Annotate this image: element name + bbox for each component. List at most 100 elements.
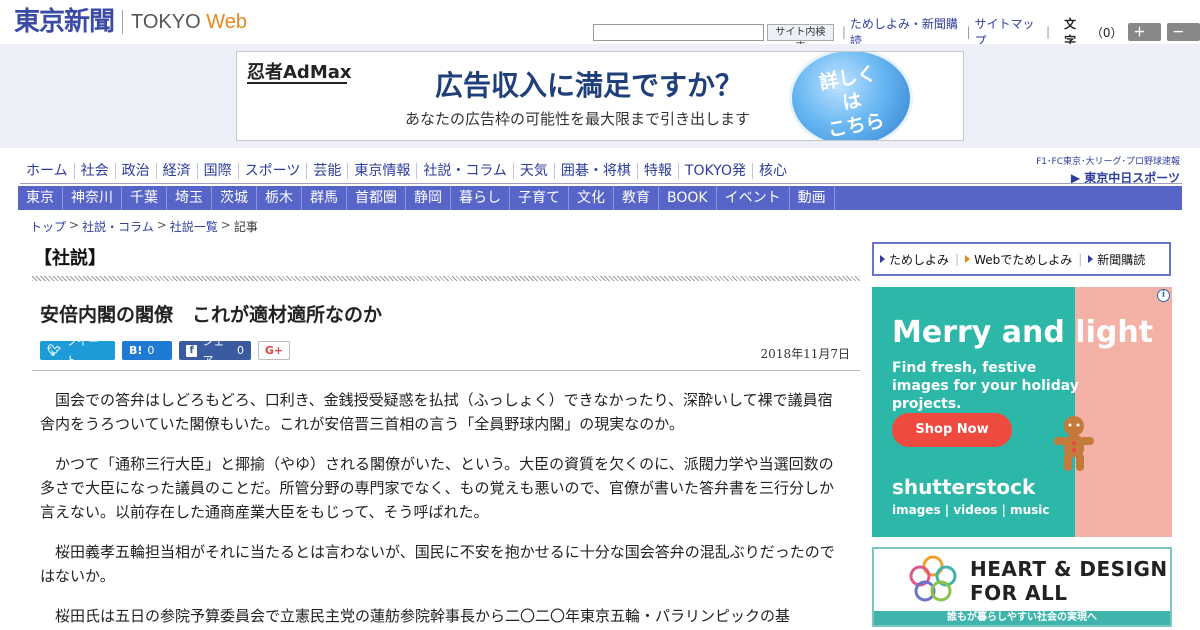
subscription-promo: ためしよみ | Webでためしよみ | 新聞購読 [872,242,1171,276]
logo-english-tokyo: TOKYO [131,10,207,33]
flower-logo-icon [909,555,957,602]
top-banner-ad[interactable]: 忍者AdMax 広告収入に満足ですか？ あなたの広告枠の可能性を最大限まで引き出… [236,51,964,141]
subnav-item[interactable]: 千葉 [122,186,167,210]
top-ad-band: 忍者AdMax 広告収入に満足ですか？ あなたの広告枠の可能性を最大限まで引き出… [0,44,1200,148]
nav-item[interactable]: 政治 [116,163,157,179]
subnav-item[interactable]: 栃木 [257,186,302,210]
logo-english-web: Web [206,10,247,33]
header-link-separator: | [841,25,846,39]
subnav-item[interactable]: 茨城 [212,186,257,210]
subnav-item[interactable]: 埼玉 [167,186,212,210]
breadcrumb-top[interactable]: トップ [30,218,66,235]
shop-now-button[interactable]: Shop Now [892,413,1012,447]
side-banner-ad[interactable]: i Merry and light Find fresh, festive im… [872,287,1172,537]
ad-cta-text: 詳しくは こちら [809,60,894,140]
nav-item[interactable]: 経済 [157,163,198,179]
subnav-item[interactable]: 神奈川 [63,186,122,210]
font-smaller-button[interactable]: －小 [1167,23,1200,57]
subnav-item[interactable]: 教育 [614,186,659,210]
section-title: 【社説】 [34,248,106,269]
subnav-item[interactable]: 暮らし [451,186,510,210]
gingerbread-icon [1054,416,1094,471]
ad-title: Merry and light [892,315,1154,350]
subnav-item[interactable]: 文化 [569,186,614,210]
breadcrumb: トップ > 社説・コラム > 社説一覧 > 記事 [30,218,258,235]
banner-tagline: 誰もが暮らしやすい社会の実現へ [874,611,1170,625]
site-header: 東京新聞 TOKYO Web サイト内検索 | ためしよみ・新聞購読 | サイト… [0,0,1200,57]
hatena-icon: B! [129,344,143,357]
triangle-arrow-icon [965,255,971,263]
site-logo[interactable]: 東京新聞 TOKYO Web [14,8,247,36]
banner-title-line-1: HEART & DESIGN [970,557,1168,581]
breadcrumb-editorials[interactable]: 社説・コラム [82,218,154,235]
nav-item[interactable]: 特報 [638,163,679,179]
article-headline: 安倍内閣の閣僚 これが適材適所なのか [40,304,383,326]
ad-brand-underline [247,82,347,84]
nav-item[interactable]: 核心 [753,163,793,179]
nav-item[interactable]: 芸能 [307,163,349,179]
nav-item[interactable]: ホーム [20,163,75,179]
promo-trial-link[interactable]: ためしよみ [880,251,949,268]
font-size-count: （0） [1090,25,1123,40]
subnav-item[interactable]: 動画 [790,186,835,210]
subnav-item[interactable]: 群馬 [302,186,347,210]
breadcrumb-separator: > [69,218,80,232]
promo-separator: | [1078,252,1083,266]
site-search-button[interactable]: サイト内検索 [767,23,834,53]
share-buttons: 🐦︎ ツイート B! 0 f シェア 0 G+ [40,335,297,367]
facebook-share-button[interactable]: f シェア 0 [179,335,251,367]
section-divider [32,276,860,281]
subnav-item[interactable]: BOOK [659,186,717,210]
facebook-icon: f [186,344,198,357]
ad-brand: 忍者AdMax [247,62,352,83]
sponsor-tagline: F1･FC東京･大リーグ･プロ野球速報 [1036,157,1180,167]
font-larger-button[interactable]: ＋大 [1128,23,1162,57]
primary-nav: ホーム 社会 政治 経済 国際 スポーツ 芸能 東京情報 社説・コラム 天気 囲… [20,160,793,182]
chunichi-sports-link[interactable]: F1･FC東京･大リーグ･プロ野球速報 ▶ 東京中日スポーツ [1000,154,1180,186]
nav-item[interactable]: 社会 [75,163,116,179]
tweet-label: ツイート [65,334,99,367]
hatena-bookmark-button[interactable]: B! 0 [122,341,172,360]
subnav-item[interactable]: 東京 [18,186,63,210]
triangle-arrow-icon [880,255,885,263]
subnav-item[interactable]: イベント [717,186,790,210]
publish-date: 2018年11月7日 [760,347,850,361]
promo-subscribe-link[interactable]: 新聞購読 [1088,251,1145,268]
article-body: 国会での答弁はしどろもどろ、口利き、金銭授受疑惑を払拭（ふっしょく）できなかった… [40,388,844,630]
search-input[interactable] [593,23,764,41]
nav-item[interactable]: 国際 [198,163,239,179]
tweet-button[interactable]: 🐦︎ ツイート [40,335,115,367]
secondary-nav: 東京 神奈川 千葉 埼玉 茨城 栃木 群馬 首都圏 静岡 暮らし 子育て 文化 … [18,186,1182,210]
promo-web-trial-link[interactable]: Webでためしよみ [965,251,1072,268]
breadcrumb-current: 記事 [233,220,258,234]
nav-item[interactable]: TOKYO発 [679,163,753,179]
nav-item[interactable]: 東京情報 [348,163,418,179]
logo-japanese: 東京新聞 [14,7,115,37]
promo-separator: | [955,252,960,266]
nav-item[interactable]: スポーツ [239,163,308,179]
subnav-item[interactable]: 静岡 [406,186,451,210]
breadcrumb-separator: > [156,218,167,232]
logo-divider [122,10,124,34]
article-paragraph: 国会での答弁はしどろもどろ、口利き、金銭授受疑惑を払拭（ふっしょく）できなかった… [40,391,833,433]
article-paragraph: 桜田氏は五日の参院予算委員会で立憲民主党の蓮舫参院幹事長から二〇二〇年東京五輪・… [55,607,791,625]
article-divider [32,370,860,371]
nav-item[interactable]: 天気 [514,163,555,179]
google-plus-button[interactable]: G+ [258,341,290,360]
ad-info-icon[interactable]: i [1157,289,1170,302]
ad-headline: 広告収入に満足ですか？ [435,69,744,102]
promo-subscribe-label: 新聞購読 [1097,252,1146,267]
nav-item[interactable]: 社説・コラム [417,163,514,179]
nav-divider [20,183,1182,184]
nav-item[interactable]: 囲碁・将棋 [555,163,638,179]
hatena-count: 0 [147,344,155,357]
subnav-item[interactable]: 首都圏 [347,186,406,210]
breadcrumb-editorial-list[interactable]: 社説一覧 [170,218,218,235]
heart-design-banner[interactable]: HEART & DESIGN FOR ALL 誰もが暮らしやすい社会の実現へ [872,547,1172,627]
facebook-share-count: 0 [237,344,244,357]
twitter-bird-icon: 🐦︎ [47,344,61,357]
banner-title-line-2: FOR ALL [970,581,1068,605]
header-link-separator: | [966,25,971,39]
subnav-item[interactable]: 子育て [510,186,569,210]
triangle-arrow-icon [1088,255,1094,263]
